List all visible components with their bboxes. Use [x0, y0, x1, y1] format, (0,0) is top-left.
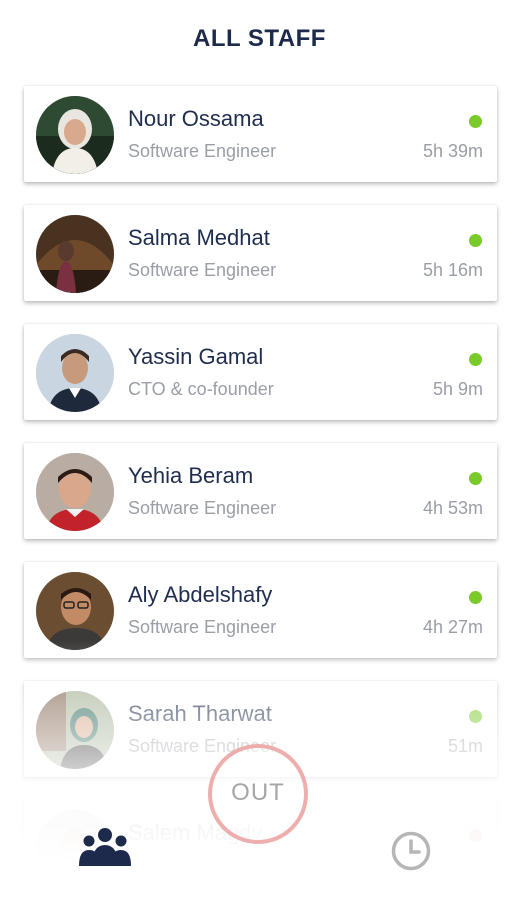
- staff-name: Salma Medhat: [128, 225, 270, 250]
- staff-name: Yehia Beram: [128, 463, 254, 488]
- staff-name: Aly Abdelshafy: [128, 582, 273, 607]
- staff-card-yassin-gamal[interactable]: Yassin Gamal CTO & co-founder 5h 9m: [24, 324, 497, 420]
- avatar: [36, 215, 114, 293]
- avatar: [36, 691, 114, 769]
- avatar: [36, 334, 114, 412]
- staff-duration: 5h 39m: [422, 141, 483, 161]
- avatar: [36, 572, 114, 650]
- staff-name: Nour Ossama: [128, 106, 264, 131]
- staff-duration: 5h 16m: [422, 260, 483, 280]
- staff-role: Software Engineer: [128, 617, 277, 637]
- clock-icon[interactable]: [390, 830, 432, 872]
- staff-role: Software Engineer: [128, 260, 277, 280]
- staff-role: Software Engineer: [128, 141, 277, 161]
- out-button-label: OUT: [231, 779, 285, 806]
- staff-card-nour-ossama[interactable]: Nour Ossama Software Engineer 5h 39m: [24, 86, 497, 182]
- team-icon[interactable]: [78, 826, 132, 866]
- staff-duration: 4h 53m: [422, 498, 483, 518]
- staff-role: CTO & co-founder: [128, 379, 274, 399]
- online-status-dot: [469, 472, 482, 485]
- out-button[interactable]: OUT: [208, 744, 308, 844]
- staff-duration: 5h 9m: [432, 379, 483, 399]
- staff-duration: 4h 27m: [422, 617, 483, 637]
- staff-card-salma-medhat[interactable]: Salma Medhat Software Engineer 5h 16m: [24, 205, 497, 301]
- staff-card-yehia-beram[interactable]: Yehia Beram Software Engineer 4h 53m: [24, 443, 497, 539]
- online-status-dot: [469, 591, 482, 604]
- avatar: [36, 453, 114, 531]
- staff-card-aly-abdelshafy[interactable]: Aly Abdelshafy Software Engineer 4h 27m: [24, 562, 497, 658]
- online-status-dot: [469, 710, 482, 723]
- staff-duration: 51m: [447, 736, 483, 756]
- online-status-dot: [469, 234, 482, 247]
- staff-role: Software Engineer: [128, 498, 277, 518]
- staff-name: Sarah Tharwat: [128, 701, 272, 726]
- online-status-dot: [469, 115, 482, 128]
- avatar: [36, 96, 114, 174]
- staff-name: Yassin Gamal: [128, 344, 264, 369]
- online-status-dot: [469, 353, 482, 366]
